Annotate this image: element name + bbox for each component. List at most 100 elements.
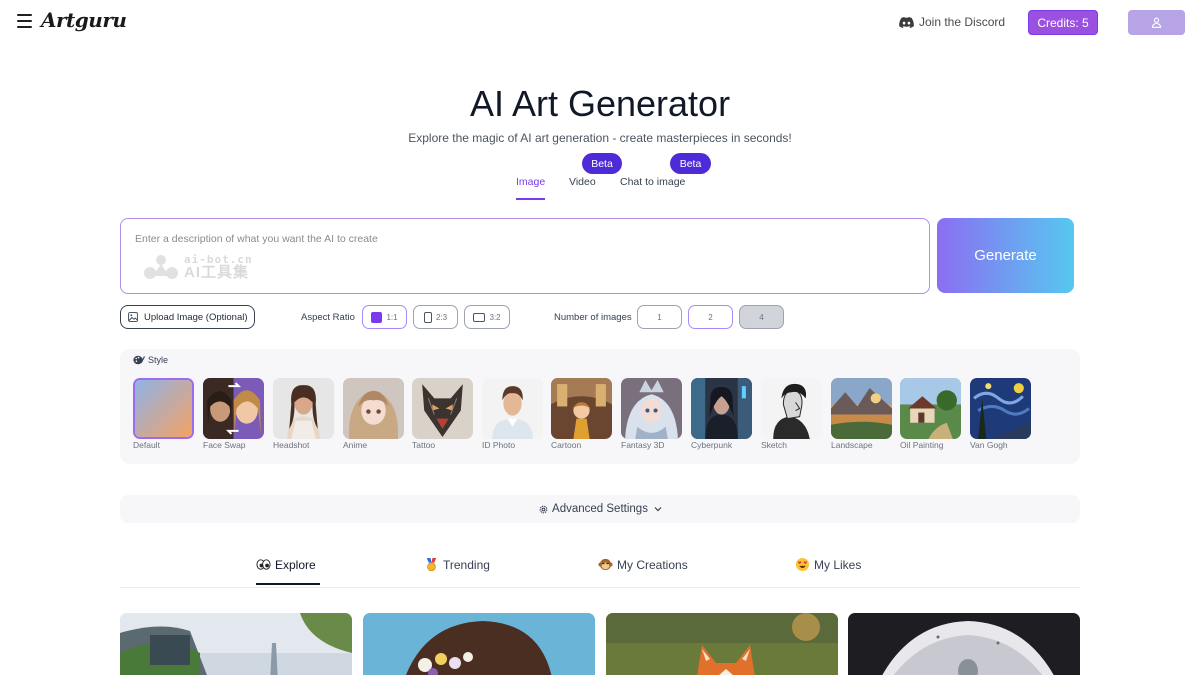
square-ratio-icon [371,311,383,323]
style-thumbnail [831,378,892,439]
advanced-settings-toggle[interactable]: Advanced Settings [120,495,1080,523]
tab-my-likes[interactable]: My Likes [795,557,861,572]
style-name: ID Photo [482,440,516,450]
aspect-ratio-2-3[interactable]: 2:3 [413,305,458,329]
aspect-ratio-label-2-3: 2:3 [435,312,448,322]
style-name: Anime [343,440,368,450]
number-option-4[interactable]: 4 [739,305,784,329]
style-van-gogh[interactable]: Van Gogh [970,378,1031,450]
upload-label: Upload Image (Optional) [144,311,248,323]
upload-image-button[interactable]: Upload Image (Optional) [120,305,255,329]
style-name: Van Gogh [970,440,1008,450]
watermark-logo-icon [144,255,178,279]
medal-icon [426,557,437,572]
watermark: ai-bot.cn AI工具集 [143,254,253,280]
gallery-card[interactable] [363,613,595,675]
gallery-card[interactable] [120,613,352,675]
style-thumbnail [691,378,752,439]
style-name: Face Swap [203,440,246,450]
style-face-swap[interactable]: Face Swap [203,378,264,450]
tab-image[interactable]: Image [516,176,545,188]
style-thumbnail [412,378,473,439]
style-name: Sketch [761,440,787,450]
aspect-ratio-label: Aspect Ratio [301,312,355,323]
tab-my-creations-label: My Creations [617,557,688,572]
number-option-1[interactable]: 1 [637,305,682,329]
palette-icon [133,355,145,365]
style-label: Style [148,355,169,365]
number-option-2[interactable]: 2 [688,305,733,329]
tab-explore[interactable]: Explore [256,557,316,572]
style-thumbnail [970,378,1031,439]
tab-my-likes-label: My Likes [814,557,862,572]
gallery-card[interactable] [848,613,1080,675]
style-thumbnail [761,378,822,439]
style-name: Oil Painting [900,440,944,450]
style-oil-painting[interactable]: Oil Painting [900,378,961,450]
credits-button[interactable]: Credits: 5 [1028,10,1098,35]
style-thumbnail [621,378,682,439]
discord-label: Join the Discord [919,15,1006,29]
logo[interactable]: Artguru [41,8,127,32]
tab-trending[interactable]: Trending [424,557,490,572]
prompt-input[interactable]: Enter a description of what you want the… [120,218,930,294]
discord-icon [899,16,914,28]
style-headshot[interactable]: Headshot [273,378,334,450]
style-thumbnail [203,378,264,439]
style-anime[interactable]: Anime [343,378,404,450]
style-name: Cartoon [551,440,582,450]
video-beta-badge: Beta [582,153,622,174]
active-feed-tab-indicator [256,583,320,585]
gallery-card[interactable] [606,613,838,675]
advanced-settings-label: Advanced Settings [552,503,648,515]
landscape-ratio-icon [473,312,486,322]
hamburger-menu-icon[interactable] [17,14,32,28]
generate-button[interactable]: Generate [937,218,1074,293]
style-cartoon[interactable]: Cartoon [551,378,612,450]
style-tattoo[interactable]: Tattoo [412,378,473,450]
gear-icon [539,505,548,513]
style-fantasy-3d[interactable]: Fantasy 3D [621,378,682,450]
style-name: Headshot [273,440,310,450]
tab-chat-to-image[interactable]: Chat to image [620,176,685,188]
chat-beta-badge: Beta [670,153,711,174]
style-heading: Style [133,355,168,365]
heart-eyes-icon [795,557,810,572]
page-title: AI Art Generator [469,83,731,124]
tab-trending-label: Trending [443,557,490,572]
watermark-name: AI工具集 [184,264,250,281]
user-icon [1151,17,1162,28]
style-name: Fantasy 3D [621,440,665,450]
style-thumbnail [343,378,404,439]
prompt-placeholder: Enter a description of what you want the… [135,233,378,245]
aspect-ratio-3-2[interactable]: 3:2 [464,305,510,329]
style-thumbnail [273,378,334,439]
tab-explore-label: Explore [275,557,316,572]
style-thumbnail [133,378,194,439]
aspect-ratio-label-1-1: 1:1 [386,312,398,322]
style-id-photo[interactable]: ID Photo [482,378,543,450]
style-name: Tattoo [412,440,436,450]
tab-my-creations[interactable]: My Creations [598,557,688,572]
tab-video[interactable]: Video [569,176,596,188]
number-of-images-label: Number of images [554,312,632,323]
aspect-ratio-1-1[interactable]: 1:1 [362,305,407,329]
aspect-ratio-label-3-2: 3:2 [489,312,501,322]
style-landscape[interactable]: Landscape [831,378,892,450]
style-name: Landscape [831,440,873,450]
style-thumbnail [482,378,543,439]
page-subtitle: Explore the magic of AI art generation -… [408,131,792,145]
style-thumbnail [900,378,961,439]
feed-divider [120,587,1080,588]
monkey-face-icon [598,558,613,571]
style-name: Cyberpunk [691,440,733,450]
portrait-ratio-icon [423,311,432,323]
join-discord-link[interactable]: Join the Discord [899,14,1005,30]
active-tab-indicator [516,198,545,200]
style-cyberpunk[interactable]: Cyberpunk [691,378,752,450]
chevron-down-icon [654,507,662,512]
image-icon [128,312,138,322]
style-default[interactable]: Default [133,378,194,450]
user-account-button[interactable] [1128,10,1185,35]
style-sketch[interactable]: Sketch [761,378,822,450]
